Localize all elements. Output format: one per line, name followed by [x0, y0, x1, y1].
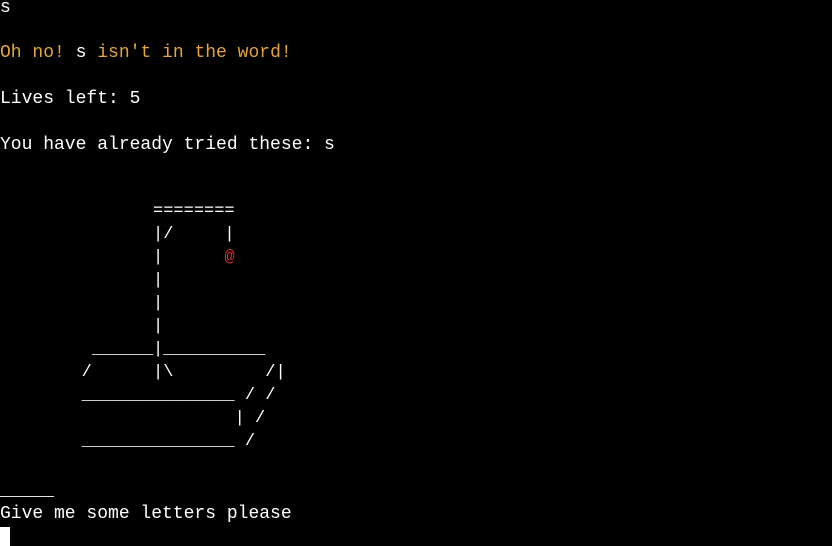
feedback-message: Oh no! s isn't in the word!: [0, 42, 292, 65]
tried-letters: You have already tried these: s: [0, 135, 335, 155]
hangman-art-row: ========: [0, 202, 235, 221]
hangman-art-row: |: [0, 294, 164, 313]
hangman-ascii-art: ======== |/ | | @ | | | ______|_________…: [0, 200, 286, 453]
input-echo: s: [0, 0, 11, 18]
hangman-art-row: | /: [0, 409, 266, 428]
hangman-art-row: ______|__________: [0, 340, 266, 359]
feedback-prefix: Oh no!: [0, 43, 76, 63]
hangman-art-row: |: [0, 317, 164, 336]
hangman-art-row: _______________ /: [0, 432, 256, 451]
hangman-head: @: [224, 248, 235, 267]
hangman-art-row: |/ |: [0, 225, 235, 244]
hangman-art-row: | @: [0, 248, 235, 267]
hangman-art-row: / |\ /|: [0, 363, 286, 382]
lives-left: Lives left: 5: [0, 89, 141, 109]
text-cursor[interactable]: [0, 527, 10, 546]
hangman-art-row: _______________ / /: [0, 386, 276, 405]
word-blanks: _____: [0, 481, 55, 501]
feedback-letter: s: [75, 43, 87, 63]
feedback-suffix: isn't in the word!: [86, 43, 292, 63]
hangman-art-row: |: [0, 271, 164, 290]
input-prompt: Give me some letters please: [0, 504, 292, 524]
